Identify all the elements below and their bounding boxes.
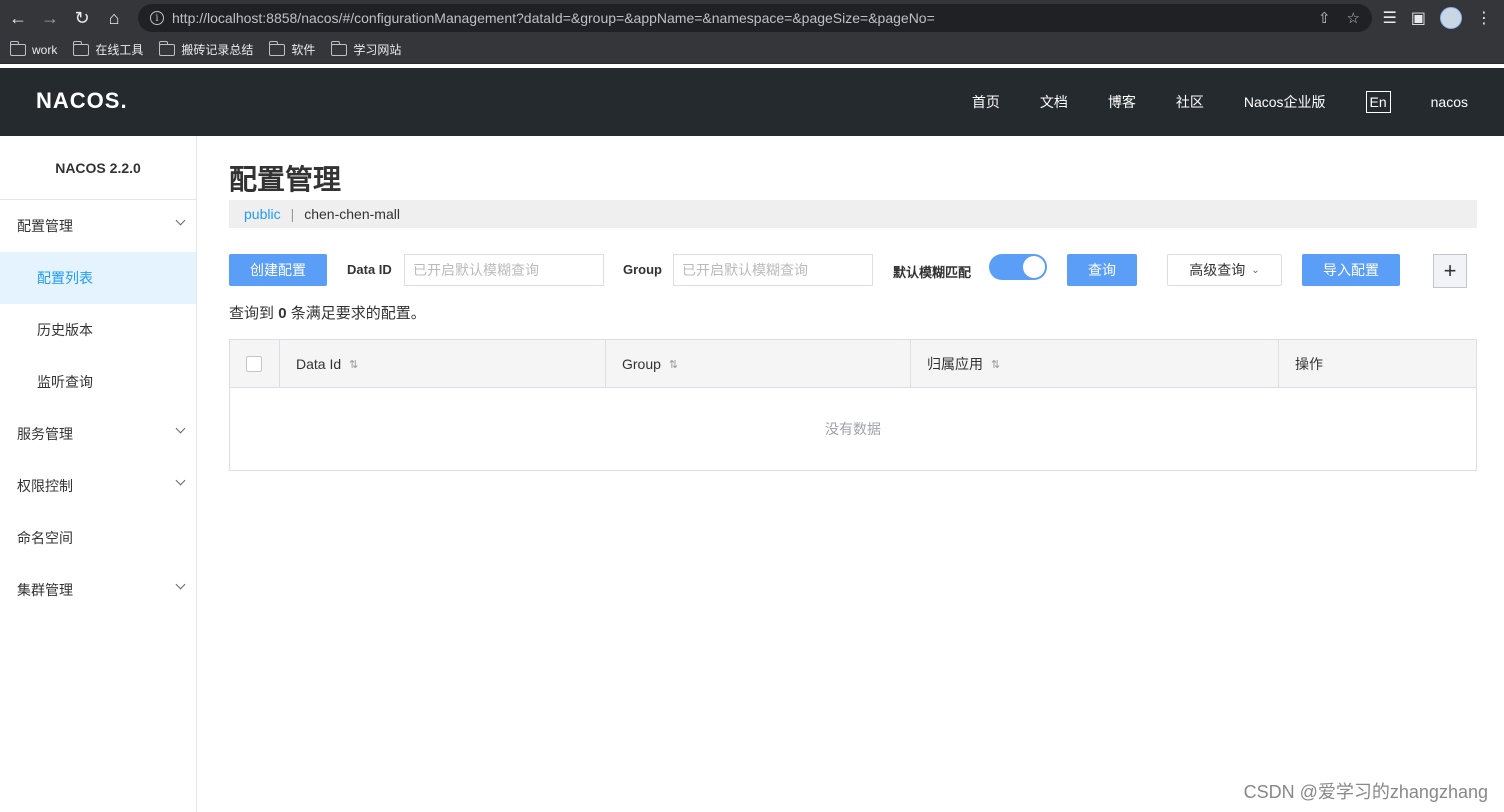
chevron-down-icon [175, 215, 186, 226]
sidebar-item-cluster[interactable]: 集群管理 [0, 564, 196, 616]
toggle-knob [1023, 256, 1045, 278]
sort-icon[interactable]: ⇅ [669, 358, 678, 371]
create-config-button[interactable]: 创建配置 [229, 254, 327, 286]
site-info-icon[interactable]: i [150, 11, 164, 25]
nav-blog[interactable]: 博客 [1108, 92, 1136, 112]
namespace-public[interactable]: public [244, 206, 281, 222]
forward-icon[interactable]: → [34, 0, 66, 36]
browser-toolbar: ← → ↻ ⌂ i http://localhost:8858/nacos/#/… [0, 0, 1504, 36]
config-table: Data Id ⇅ Group ⇅ 归属应用 ⇅ 操作 没有数据 [229, 339, 1477, 471]
import-config-button[interactable]: 导入配置 [1302, 254, 1400, 286]
sort-icon[interactable]: ⇅ [991, 358, 1000, 371]
bookmark-folder[interactable]: 学习网站 [330, 40, 401, 58]
language-switch[interactable]: En [1365, 91, 1391, 113]
top-nav: 首页 文档 博客 社区 Nacos企业版 En nacos [972, 68, 1504, 136]
dataid-label: Data ID [347, 262, 392, 277]
nav-community[interactable]: 社区 [1176, 92, 1204, 112]
sidebar-item-config-list[interactable]: 配置列表 [0, 252, 196, 304]
fuzzy-match-toggle[interactable] [989, 254, 1047, 280]
nav-docs[interactable]: 文档 [1040, 92, 1068, 112]
sidebar-item-listen-query[interactable]: 监听查询 [0, 356, 196, 408]
bookmark-folder[interactable]: work [9, 40, 57, 57]
sidebar-item-service-mgmt[interactable]: 服务管理 [0, 408, 196, 460]
search-toolbar: 创建配置 Data ID 已开启默认模糊查询 Group 已开启默认模糊查询 默… [229, 254, 1477, 288]
version-title: NACOS 2.2.0 [0, 136, 196, 200]
folder-icon [330, 40, 348, 56]
profile-avatar[interactable] [1440, 7, 1462, 29]
group-label: Group [623, 262, 662, 277]
back-icon[interactable]: ← [2, 0, 34, 36]
result-summary: 查询到 0 条满足要求的配置。 [229, 305, 426, 322]
nav-enterprise[interactable]: Nacos企业版 [1244, 92, 1326, 112]
watermark: CSDN @爱学习的zhangzhang [1243, 782, 1488, 802]
sidebar-item-permission[interactable]: 权限控制 [0, 460, 196, 512]
group-input[interactable]: 已开启默认模糊查询 [673, 254, 873, 286]
folder-icon [72, 40, 90, 56]
namespace-bar: public | chen-chen-mall [229, 200, 1477, 228]
user-menu[interactable]: nacos [1431, 94, 1468, 110]
query-button[interactable]: 查询 [1067, 254, 1137, 286]
plus-icon[interactable]: + [1433, 254, 1467, 288]
namespace-current[interactable]: chen-chen-mall [304, 206, 400, 222]
sidebar: NACOS 2.2.0 配置管理 配置列表 历史版本 监听查询 服务管理 权限控… [0, 136, 197, 812]
sidepanel-icon[interactable]: ▣ [1411, 8, 1426, 28]
bookmark-folder[interactable]: 软件 [268, 40, 315, 58]
table-header: Data Id ⇅ Group ⇅ 归属应用 ⇅ 操作 [230, 340, 1476, 388]
dataid-input[interactable]: 已开启默认模糊查询 [404, 254, 604, 286]
advanced-query-button[interactable]: 高级查询 ⌄ [1167, 254, 1282, 286]
column-actions: 操作 [1295, 356, 1323, 372]
empty-state: 没有数据 [825, 421, 881, 437]
nacos-logo[interactable]: NACOS. [36, 88, 128, 114]
menu-icon[interactable]: ⋮ [1476, 8, 1492, 28]
chevron-down-icon [175, 475, 186, 486]
column-dataid[interactable]: Data Id ⇅ [280, 340, 606, 388]
fuzzy-match-label: 默认模糊匹配 [893, 265, 972, 280]
sidebar-item-config-mgmt[interactable]: 配置管理 [0, 200, 196, 252]
bookmark-star-icon[interactable]: ☆ [1347, 9, 1360, 27]
result-count: 0 [278, 305, 287, 322]
extension-area: ☰ ▣ ⋮ [1383, 0, 1492, 36]
folder-icon [268, 40, 286, 56]
nav-home[interactable]: 首页 [972, 92, 1000, 112]
home-icon[interactable]: ⌂ [98, 0, 130, 36]
share-icon[interactable]: ⇧ [1318, 9, 1331, 27]
extensions-icon[interactable]: ☰ [1383, 8, 1397, 28]
page-title: 配置管理 [229, 164, 342, 195]
select-all-checkbox[interactable] [246, 356, 262, 372]
sidebar-item-namespace[interactable]: 命名空间 [0, 512, 196, 564]
bookmark-folder[interactable]: 在线工具 [72, 40, 143, 58]
folder-icon [9, 40, 26, 56]
address-bar[interactable]: i http://localhost:8858/nacos/#/configur… [138, 4, 1372, 32]
url-text[interactable]: http://localhost:8858/nacos/#/configurat… [172, 10, 1302, 26]
chevron-down-icon [175, 579, 186, 590]
sidebar-item-history[interactable]: 历史版本 [0, 304, 196, 356]
chevron-down-icon [175, 423, 186, 434]
sort-icon[interactable]: ⇅ [349, 358, 358, 371]
namespace-separator: | [290, 206, 295, 222]
bookmark-folder[interactable]: 搬砖记录总结 [158, 40, 253, 58]
bookmarks-bar: work 在线工具 搬砖记录总结 软件 学习网站 [0, 36, 1504, 64]
chevron-down-icon: ⌄ [1251, 264, 1260, 276]
folder-icon [158, 40, 176, 56]
reload-icon[interactable]: ↻ [66, 0, 98, 36]
column-app[interactable]: 归属应用 ⇅ [911, 340, 1279, 388]
column-group[interactable]: Group ⇅ [606, 340, 911, 388]
select-all-cell [230, 340, 280, 388]
app-header: NACOS. 首页 文档 博客 社区 Nacos企业版 En nacos [0, 68, 1504, 136]
